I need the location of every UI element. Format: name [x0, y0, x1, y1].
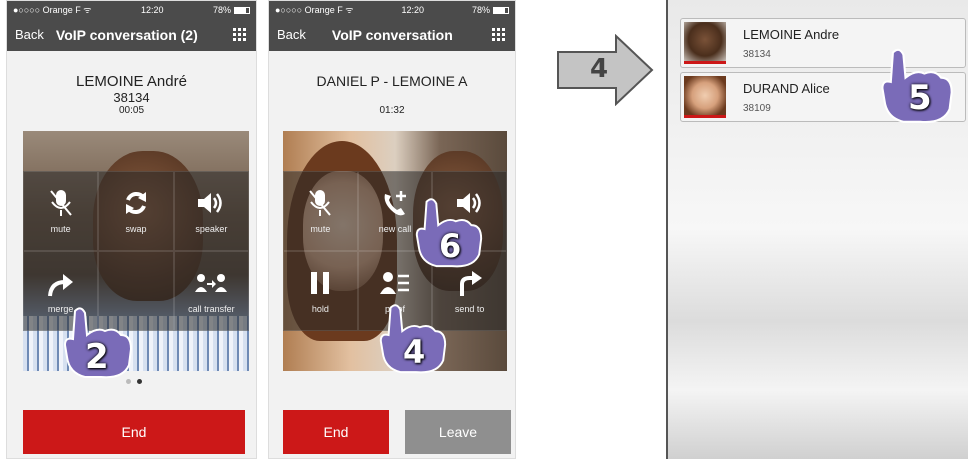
battery-percent: 78% [212, 4, 231, 15]
merge-arrow-icon [47, 268, 75, 302]
clock: 12:20 [401, 4, 424, 15]
phone-screen-group-call: ●○○○○ Orange F ᯤ 12:20 78% Back VoIP con… [268, 0, 516, 459]
caller-number: 38134 [113, 90, 150, 105]
leave-button[interactable]: Leave [405, 410, 511, 454]
end-call-button[interactable]: End [283, 410, 389, 454]
battery-icon [493, 6, 509, 14]
contact-name: DURAND Alice [743, 81, 830, 96]
page-title: VoIP conversation (2) [55, 26, 198, 43]
call-transfer-button[interactable]: call transfer [173, 251, 249, 331]
new-call-label: new call [378, 224, 412, 234]
send-to-label: send to [454, 304, 485, 314]
participant-list-panel: LEMOINE Andre 38134 DURAND Alice 38109 5 [666, 0, 968, 459]
avatar [684, 22, 726, 64]
speaker-button[interactable]: speaker [173, 171, 249, 251]
caller-name: DANIEL P - LEMOINE A [316, 73, 468, 89]
call-duration: 01:32 [379, 105, 405, 116]
tap-gesture-hand-icon: 6 [409, 191, 487, 271]
tap-gesture-hand-icon: 2 [57, 301, 137, 381]
caller-info: DANIEL P - LEMOINE A 01:32 [269, 73, 515, 116]
swap-icon [122, 188, 150, 222]
back-button[interactable]: Back [277, 27, 306, 42]
swap-button[interactable]: swap [98, 171, 174, 251]
status-bar: ●○○○○ Orange F ᯤ 12:20 78% [7, 1, 256, 18]
speaker-label: speaker [195, 224, 228, 234]
call-transfer-icon [194, 268, 228, 302]
hold-label: hold [311, 304, 329, 314]
page-title: VoIP conversation [331, 26, 453, 43]
step-number: 2 [85, 337, 109, 377]
contact-name: LEMOINE Andre [743, 27, 840, 42]
mute-button[interactable]: mute [283, 171, 358, 251]
caller-name: LEMOINE André [76, 73, 187, 90]
arrow-step-number: 4 [590, 54, 609, 84]
hold-button[interactable]: hold [283, 251, 358, 331]
keypad-grid-icon[interactable] [492, 28, 505, 41]
mute-label: mute [50, 224, 71, 234]
pause-icon [308, 268, 332, 302]
next-step-arrow-icon: 4 [556, 33, 654, 107]
nav-bar: Back VoIP conversation [269, 18, 515, 51]
step-number: 6 [439, 227, 462, 265]
keypad-grid-icon[interactable] [233, 28, 246, 41]
step-number: 4 [403, 333, 426, 371]
battery-icon [234, 6, 250, 14]
carrier-label: ●○○○○ Orange F ᯤ [13, 5, 92, 15]
tap-gesture-hand-icon: 5 [874, 42, 958, 126]
back-button[interactable]: Back [15, 27, 44, 42]
swap-label: swap [125, 224, 147, 234]
status-bar: ●○○○○ Orange F ᯤ 12:20 78% [269, 1, 515, 18]
nav-bar: Back VoIP conversation (2) [7, 18, 256, 51]
avatar [684, 76, 726, 118]
clock: 12:20 [140, 4, 164, 15]
mute-label: mute [310, 224, 331, 234]
caller-info: LEMOINE André 38134 00:05 [7, 73, 256, 116]
battery-indicator: 78% [213, 5, 250, 15]
mute-button[interactable]: mute [23, 171, 99, 251]
step-number: 5 [908, 78, 932, 118]
microphone-off-icon [307, 188, 333, 222]
phone-plus-icon [381, 188, 409, 222]
contact-number: 38109 [743, 103, 771, 114]
phone-screen-conference: ●○○○○ Orange F ᯤ 12:20 78% Back VoIP con… [6, 0, 257, 459]
call-transfer-label: call transfer [188, 304, 235, 314]
page-dot-active [137, 379, 142, 384]
carrier-label: ●○○○○ Orange F ᯤ [275, 5, 354, 15]
end-call-button[interactable]: End [23, 410, 245, 454]
battery-percent: 78% [471, 4, 490, 15]
microphone-off-icon [48, 188, 74, 222]
call-duration: 00:05 [118, 105, 145, 116]
battery-indicator: 78% [472, 5, 509, 15]
send-to-arrow-icon [456, 268, 484, 302]
contact-number: 38134 [743, 49, 771, 60]
speaker-icon [196, 188, 226, 222]
tap-gesture-hand-icon: 4 [373, 297, 451, 377]
